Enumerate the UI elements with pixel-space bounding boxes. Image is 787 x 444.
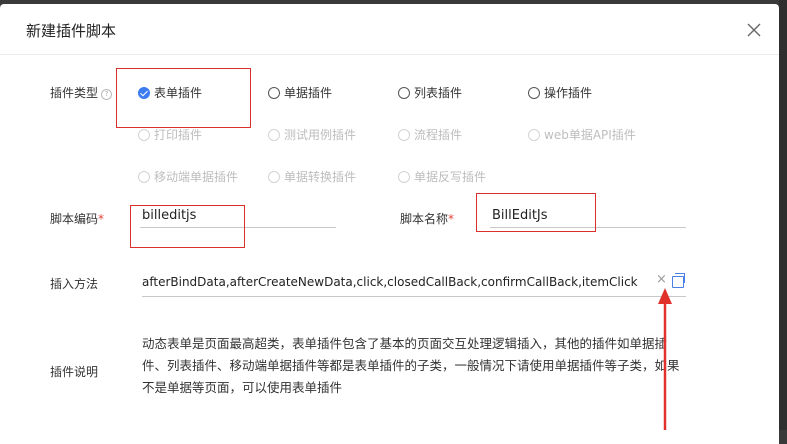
plugin-desc-text: 动态表单是页面最高超类，表单插件包含了基本的页面交互处理逻辑插入，其他的插件如单…: [142, 336, 680, 395]
clear-icon[interactable]: ×: [656, 272, 667, 287]
radio-icon: [528, 128, 540, 141]
script-name-label: 脚本名称*: [400, 210, 454, 227]
plugin-desc-label: 插件说明: [50, 365, 99, 379]
radio-label: 单据转换插件: [284, 170, 357, 184]
radio-icon: [138, 128, 150, 141]
radio-icon: [138, 170, 150, 183]
radio-icon: [268, 128, 280, 141]
script-code-label: 脚本编码*: [50, 210, 104, 227]
radio-list-plugin[interactable]: 列表插件: [398, 84, 462, 101]
radio-icon: [398, 170, 410, 183]
radio-label: 打印插件: [154, 128, 203, 142]
required-mark: *: [98, 212, 105, 226]
radio-icon: [398, 128, 410, 141]
radio-label: 测试用例插件: [284, 128, 357, 142]
radio-workflow-plugin: 流程插件: [398, 126, 462, 143]
script-code-input[interactable]: [140, 204, 336, 228]
radio-mobile-bill-plugin: 移动端单据插件: [138, 168, 238, 185]
required-mark: *: [448, 212, 455, 226]
insert-method-field[interactable]: afterBindData,afterCreateNewData,click,c…: [142, 270, 686, 297]
plugin-type-label: 插件类型?: [50, 84, 113, 101]
radio-label: 移动端单据插件: [154, 170, 239, 184]
insert-method-label: 插入方法: [50, 277, 99, 291]
radio-label: 单据反写插件: [414, 170, 487, 184]
insert-method-value: afterBindData,afterCreateNewData,click,c…: [142, 275, 638, 289]
plugin-type-label-text: 插件类型: [50, 86, 99, 100]
dialog-title: 新建插件脚本: [26, 22, 117, 40]
radio-icon: [398, 86, 410, 99]
script-name-label-text: 脚本名称: [400, 212, 449, 226]
radio-label: 流程插件: [414, 128, 463, 142]
radio-form-plugin[interactable]: 表单插件: [138, 84, 202, 101]
radio-label: 列表插件: [414, 86, 463, 100]
radio-label: 表单插件: [154, 86, 203, 100]
help-icon[interactable]: ?: [101, 89, 113, 100]
radio-operation-plugin[interactable]: 操作插件: [528, 84, 592, 101]
annotation-arrow: [658, 288, 672, 430]
radio-checked-icon: [138, 86, 150, 99]
radio-icon: [268, 86, 280, 99]
radio-bill-plugin[interactable]: 单据插件: [268, 84, 332, 101]
radio-icon: [268, 170, 280, 183]
close-icon[interactable]: [744, 20, 764, 40]
radio-label: web单据API插件: [544, 128, 636, 142]
radio-print-plugin: 打印插件: [138, 126, 202, 143]
radio-bill-convert-plugin: 单据转换插件: [268, 168, 356, 185]
radio-icon: [528, 86, 540, 99]
script-name-input[interactable]: [490, 204, 686, 228]
radio-web-bill-api-plugin: web单据API插件: [528, 126, 636, 143]
script-code-label-text: 脚本编码: [50, 212, 99, 226]
radio-label: 操作插件: [544, 86, 593, 100]
radio-test-case-plugin: 测试用例插件: [268, 126, 356, 143]
dialog-header: 新建插件脚本: [0, 4, 779, 55]
modal-backdrop: [779, 0, 787, 430]
radio-bill-writeback-plugin: 单据反写插件: [398, 168, 486, 185]
radio-label: 单据插件: [284, 86, 333, 100]
